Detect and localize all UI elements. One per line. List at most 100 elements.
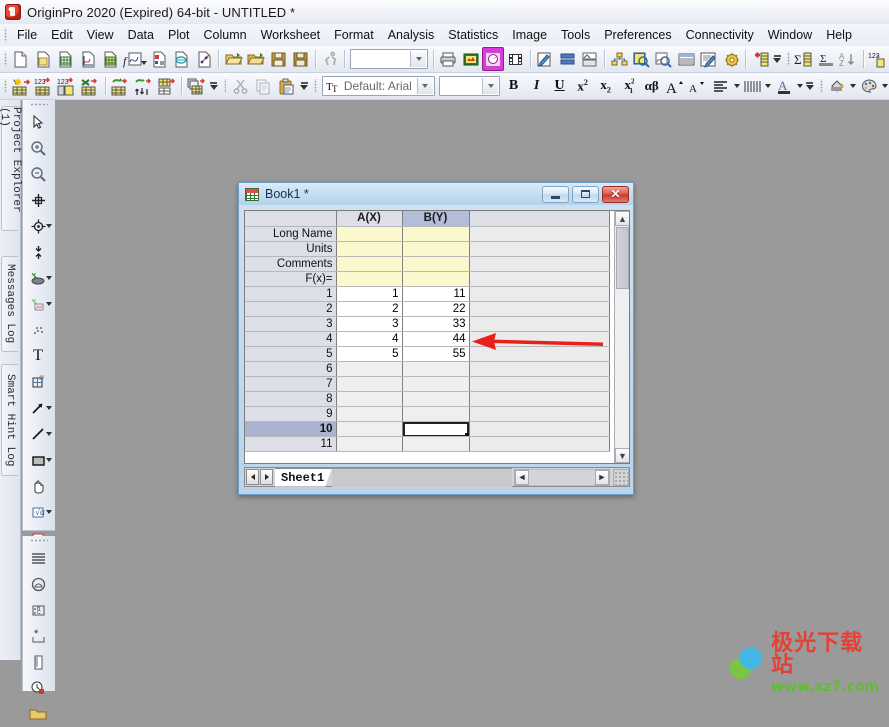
worksheet-toolbar-overflow[interactable] <box>208 75 219 97</box>
new-matrix-icon[interactable] <box>99 47 121 71</box>
increase-font-icon[interactable]: A <box>663 74 686 98</box>
palette-icon[interactable] <box>857 74 880 98</box>
menu-file[interactable]: File <box>10 26 44 44</box>
text-tool-icon[interactable]: T <box>23 343 53 369</box>
sum-icon[interactable]: Σ <box>815 47 837 71</box>
layer-combo[interactable] <box>350 49 429 69</box>
menubar-grip[interactable] <box>4 28 7 42</box>
vertical-scroll-thumb[interactable] <box>616 227 629 289</box>
lines-icon[interactable] <box>23 545 53 571</box>
cell-a[interactable] <box>336 406 403 422</box>
new-graph-icon[interactable] <box>77 47 99 71</box>
cell-b[interactable] <box>402 406 470 422</box>
line-tool-icon[interactable] <box>23 421 53 447</box>
cell-a[interactable]: 5 <box>336 346 403 362</box>
fx-b[interactable] <box>402 271 470 287</box>
align-dropdown-arrow[interactable] <box>732 75 741 97</box>
asterisk-icon[interactable]: * <box>23 623 53 649</box>
subscript-icon[interactable]: x2 <box>594 74 617 98</box>
chevron-down-icon[interactable] <box>46 510 52 514</box>
cell-a[interactable] <box>336 421 403 437</box>
send-graph-icon[interactable] <box>534 47 556 71</box>
cell-b[interactable] <box>402 376 470 392</box>
scroll-right-button[interactable]: ► <box>595 469 609 485</box>
equation-tool-icon[interactable]: √α <box>23 499 53 525</box>
ruler-icon[interactable] <box>23 649 53 675</box>
row-header[interactable]: 11 <box>245 436 337 452</box>
cell-a[interactable]: 4 <box>336 331 403 347</box>
tools-palette-secondary-grip[interactable] <box>23 536 55 545</box>
duplicate-icon[interactable] <box>556 47 578 71</box>
arrow-tool-icon[interactable] <box>23 395 53 421</box>
folder-icon[interactable] <box>23 701 53 727</box>
units-a[interactable] <box>336 241 403 257</box>
chevron-down-icon[interactable] <box>46 432 52 436</box>
sheet-tab-sheet1[interactable]: Sheet1 <box>275 468 332 487</box>
scroll-up-button[interactable]: ▲ <box>615 211 629 226</box>
stack-columns-icon[interactable] <box>132 74 155 98</box>
menu-preferences[interactable]: Preferences <box>597 26 678 44</box>
copy-icon[interactable] <box>252 74 275 98</box>
fill-row-numbers-icon[interactable]: 123 <box>33 74 56 98</box>
comments-a[interactable] <box>336 256 403 272</box>
export-graph-icon[interactable] <box>482 47 505 71</box>
edit-toolbar-grip[interactable] <box>223 79 227 93</box>
replace-icon[interactable]: BC <box>23 597 53 623</box>
pan-tool-icon[interactable] <box>23 473 53 499</box>
movie-icon[interactable] <box>504 47 526 71</box>
open-project-icon[interactable] <box>222 47 244 71</box>
scroll-left-button[interactable]: ◄ <box>515 469 529 485</box>
menu-image[interactable]: Image <box>505 26 554 44</box>
open-template-icon[interactable] <box>245 47 267 71</box>
smart-hint-log-tab[interactable]: Smart Hint Log <box>1 364 18 476</box>
style-toolbar-overflow[interactable] <box>804 75 815 97</box>
project-explorer-tab[interactable]: Project Explorer (1) <box>0 106 22 231</box>
column-header-a[interactable]: A(X) <box>336 211 403 227</box>
run-script-icon[interactable] <box>319 47 341 71</box>
fx-a[interactable] <box>336 271 403 287</box>
analysis-toolbar-grip[interactable] <box>786 52 790 66</box>
statistics-on-columns-icon[interactable]: Σ <box>793 47 815 71</box>
screen-reader-tool-icon[interactable] <box>23 187 53 213</box>
row-header[interactable]: 7 <box>245 376 337 392</box>
swap-columns-icon[interactable] <box>109 74 132 98</box>
row-header[interactable]: 5 <box>245 346 337 362</box>
long-name-b[interactable] <box>402 226 470 242</box>
code-builder-icon[interactable] <box>675 47 697 71</box>
regional-mask-tool-icon[interactable] <box>23 265 53 291</box>
greek-icon[interactable]: αβ <box>640 74 663 98</box>
cell-b[interactable]: 33 <box>402 316 470 332</box>
font-combo-arrow[interactable] <box>416 78 433 94</box>
cell-b[interactable] <box>402 391 470 407</box>
line-style-icon[interactable] <box>741 74 764 98</box>
new-project-icon[interactable] <box>10 47 32 71</box>
row-header[interactable]: 2 <box>245 301 337 317</box>
row-header[interactable]: 10 <box>245 421 337 437</box>
corner-header[interactable] <box>245 211 337 227</box>
chevron-down-icon[interactable] <box>46 276 52 280</box>
data-reader-tool-icon[interactable] <box>23 213 53 239</box>
menu-analysis[interactable]: Analysis <box>381 26 442 44</box>
cell-b[interactable]: 55 <box>402 346 470 362</box>
draw-data-tool-icon[interactable] <box>23 317 53 343</box>
command-window-icon[interactable] <box>653 47 675 71</box>
prev-sheet-button[interactable] <box>246 469 259 485</box>
normalize-columns-icon[interactable]: 123 <box>56 74 79 98</box>
cell-b[interactable]: 44 <box>402 331 470 347</box>
row-header[interactable]: 8 <box>245 391 337 407</box>
superscript-icon[interactable]: x2 <box>571 74 594 98</box>
menu-worksheet[interactable]: Worksheet <box>254 26 328 44</box>
chevron-down-icon[interactable] <box>141 61 148 65</box>
data-selector-tool-icon[interactable] <box>23 239 53 265</box>
column-header-b[interactable]: B(Y) <box>402 211 470 227</box>
menu-tools[interactable]: Tools <box>554 26 597 44</box>
tools-palette-grip[interactable] <box>23 100 55 109</box>
sort-numeric-icon[interactable]: 123 <box>867 47 889 71</box>
next-sheet-button[interactable] <box>260 469 273 485</box>
messages-log-tab[interactable]: Messages Log <box>1 256 18 352</box>
results-log-icon[interactable] <box>630 47 652 71</box>
cell-a[interactable] <box>336 376 403 392</box>
worksheet-vertical-scrollbar[interactable]: ▲ ▼ <box>614 211 629 463</box>
comments-b[interactable] <box>402 256 470 272</box>
new-folder-icon[interactable] <box>32 47 54 71</box>
